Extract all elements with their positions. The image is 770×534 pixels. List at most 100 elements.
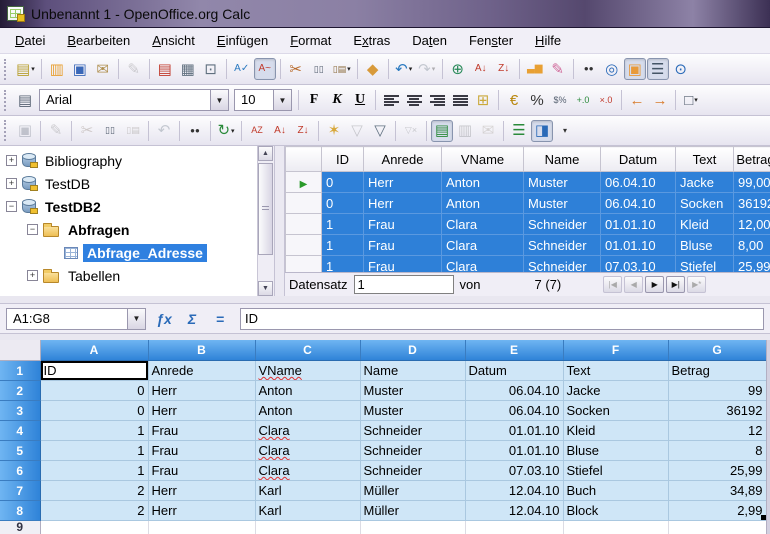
row-header-6[interactable]: 6: [0, 461, 40, 481]
paste-dropdown-icon[interactable]: ▾: [347, 65, 351, 73]
grid-cell[interactable]: Frau: [364, 214, 442, 235]
menu-bearbeiten[interactable]: Bearbeiten: [56, 29, 141, 52]
cell-D4[interactable]: Schneider: [360, 421, 465, 441]
grid-cell[interactable]: Kleid: [676, 214, 734, 235]
navigator-button[interactable]: ◎: [601, 58, 623, 80]
cell-D5[interactable]: Schneider: [360, 441, 465, 461]
cell-A4[interactable]: 1: [40, 421, 148, 441]
expand-icon[interactable]: +: [6, 178, 17, 189]
zoom-button[interactable]: ⊙: [670, 58, 692, 80]
find-and-replace-button[interactable]: ●●: [578, 58, 600, 80]
scrollbar-thumb[interactable]: [258, 163, 273, 255]
cell-C9[interactable]: [255, 521, 360, 534]
tree-item-abfragen[interactable]: −Abfragen: [0, 218, 257, 241]
cell-B3[interactable]: Herr: [148, 401, 255, 421]
grid-cell[interactable]: 06.04.10: [601, 193, 676, 214]
font-name-combo-dropdown-icon[interactable]: ▼: [210, 90, 228, 110]
explorer-on-off-button[interactable]: ◨: [531, 120, 553, 142]
cell-F2[interactable]: Jacke: [563, 381, 668, 401]
last-record-button[interactable]: ▶|: [666, 276, 685, 293]
cell-A1[interactable]: ID: [40, 361, 148, 381]
cell-E6[interactable]: 07.03.10: [465, 461, 563, 481]
cell-D6[interactable]: Schneider: [360, 461, 465, 481]
menu-fenster[interactable]: Fenster: [458, 29, 524, 52]
page-preview-button[interactable]: ⊡: [200, 58, 222, 80]
merge-cells-button[interactable]: ⊞: [472, 89, 494, 111]
scroll-down-arrow-icon[interactable]: ▼: [258, 281, 273, 296]
cell-C2[interactable]: Anton: [255, 381, 360, 401]
function-button[interactable]: =: [208, 308, 232, 330]
cell-G1[interactable]: Betrag: [668, 361, 766, 381]
cell-E2[interactable]: 06.04.10: [465, 381, 563, 401]
copy-record-button[interactable]: ▯▯: [99, 120, 121, 142]
sort-button[interactable]: AZ: [246, 120, 268, 142]
grid-cell[interactable]: 01.01.10: [601, 235, 676, 256]
paste-record-button[interactable]: ▯▤: [122, 120, 144, 142]
cell-A2[interactable]: 0: [40, 381, 148, 401]
formula-input-line[interactable]: [240, 308, 764, 330]
delete-decimal-place-button[interactable]: ×.0: [595, 89, 617, 111]
edit-file-button[interactable]: ✎: [123, 58, 145, 80]
function-wizard-button[interactable]: ƒx: [152, 308, 176, 330]
cell-F7[interactable]: Buch: [563, 481, 668, 501]
toolbar-grip[interactable]: [4, 59, 9, 80]
cell-B2[interactable]: Herr: [148, 381, 255, 401]
grid-cell[interactable]: 99,00: [734, 172, 770, 193]
tree-item-bibliography[interactable]: +Bibliography: [0, 149, 257, 172]
grid-cell[interactable]: 06.04.10: [601, 172, 676, 193]
cell-A5[interactable]: 1: [40, 441, 148, 461]
column-header-d[interactable]: D: [360, 340, 465, 361]
cell-D3[interactable]: Muster: [360, 401, 465, 421]
row-header-7[interactable]: 7: [0, 481, 40, 501]
tree-item-tabellen[interactable]: +Tabellen: [0, 264, 257, 287]
cell-E8[interactable]: 12.04.10: [465, 501, 563, 521]
cell-F5[interactable]: Bluse: [563, 441, 668, 461]
cell-B7[interactable]: Herr: [148, 481, 255, 501]
cell-G8[interactable]: 2,99: [668, 501, 766, 521]
cell-D2[interactable]: Muster: [360, 381, 465, 401]
row-header-5[interactable]: 5: [0, 441, 40, 461]
undo-dropdown-icon[interactable]: ▾: [409, 65, 413, 73]
grid-cell[interactable]: 25,99: [734, 256, 770, 273]
number-format-standard-button[interactable]: $%: [549, 89, 571, 111]
grid-column-header-vname[interactable]: VName: [442, 147, 524, 172]
cell-C7[interactable]: Karl: [255, 481, 360, 501]
grid-cell[interactable]: 36192: [734, 193, 770, 214]
sort-descending-button[interactable]: Z↓: [493, 58, 515, 80]
spellcheck-button[interactable]: A✓: [231, 58, 253, 80]
grid-column-header-name[interactable]: Name: [524, 147, 601, 172]
increase-indent-button[interactable]: →: [649, 89, 671, 111]
cell-C8[interactable]: Karl: [255, 501, 360, 521]
gallery-button[interactable]: ▣: [624, 58, 646, 80]
data-source-of-current-document-button[interactable]: ☰: [508, 120, 530, 142]
menu-hilfe[interactable]: Hilfe: [524, 29, 572, 52]
cell-E5[interactable]: 01.01.10: [465, 441, 563, 461]
undo-data-entry-button[interactable]: ↶: [153, 120, 175, 142]
number-format-percent-button[interactable]: %: [526, 89, 548, 111]
grid-cell[interactable]: 07.03.10: [601, 256, 676, 273]
grid-row-header[interactable]: ▶: [286, 172, 322, 193]
cell-G2[interactable]: 99: [668, 381, 766, 401]
column-header-c[interactable]: C: [255, 340, 360, 361]
redo-button[interactable]: ↷▾: [416, 58, 438, 80]
font-name-combo[interactable]: Arial▼: [39, 89, 229, 111]
tree-item-testdb2[interactable]: −TestDB2: [0, 195, 257, 218]
align-left-button[interactable]: [380, 89, 402, 111]
decrease-indent-button[interactable]: ←: [626, 89, 648, 111]
data-to-text-button[interactable]: ▤: [431, 120, 453, 142]
format-paintbrush-button[interactable]: ◆: [362, 58, 384, 80]
add-decimal-place-button[interactable]: +.0: [572, 89, 594, 111]
cell-G6[interactable]: 25,99: [668, 461, 766, 481]
expand-icon[interactable]: +: [27, 270, 38, 281]
data-sources-button[interactable]: ☰: [647, 58, 669, 80]
grid-row-header[interactable]: [286, 214, 322, 235]
hyperlink-button[interactable]: ⊕: [447, 58, 469, 80]
column-header-g[interactable]: G: [668, 340, 766, 361]
auto-spellcheck-button[interactable]: A~: [254, 58, 276, 80]
cell-F6[interactable]: Stiefel: [563, 461, 668, 481]
cell-B6[interactable]: Frau: [148, 461, 255, 481]
grid-cell[interactable]: Clara: [442, 256, 524, 273]
grid-cell[interactable]: Herr: [364, 193, 442, 214]
cell-F1[interactable]: Text: [563, 361, 668, 381]
align-justify-button[interactable]: [449, 89, 471, 111]
